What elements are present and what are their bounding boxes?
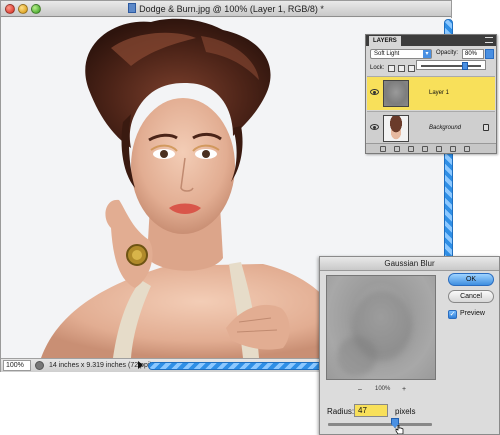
document-title-text: Dodge & Burn.jpg @ 100% (Layer 1, RGB/8)… bbox=[139, 4, 324, 14]
document-info: 14 inches x 9.319 inches (72 ppi) bbox=[49, 362, 152, 369]
lock-label: Lock: bbox=[370, 65, 385, 71]
dialog-title: Gaussian Blur bbox=[320, 257, 499, 271]
opacity-slider-thumb[interactable] bbox=[462, 62, 468, 70]
link-layers-icon[interactable] bbox=[380, 146, 386, 152]
layer-style-icon[interactable] bbox=[394, 146, 400, 152]
layer-row-layer-1[interactable]: Layer 1 bbox=[367, 76, 495, 110]
layer-name: Layer 1 bbox=[429, 90, 450, 96]
zoom-in-button[interactable]: + bbox=[402, 386, 406, 393]
layers-panel-footer bbox=[366, 143, 496, 153]
document-titlebar[interactable]: Dodge & Burn.jpg @ 100% (Layer 1, RGB/8)… bbox=[1, 1, 451, 17]
preview-zoom-level: 100% bbox=[375, 386, 391, 392]
preview-label: Preview bbox=[460, 310, 485, 317]
layer-thumbnail bbox=[383, 115, 409, 142]
radius-label: Radius: bbox=[327, 407, 355, 416]
opacity-slider-button[interactable] bbox=[485, 49, 494, 59]
visibility-eye-icon[interactable] bbox=[370, 124, 379, 130]
tab-layers[interactable]: LAYERS bbox=[369, 36, 401, 46]
opacity-slider-track[interactable] bbox=[421, 65, 481, 67]
document-file-icon bbox=[128, 3, 137, 13]
zoom-level-field[interactable]: 100% bbox=[3, 360, 31, 371]
radius-slider-track[interactable] bbox=[328, 423, 432, 426]
blend-mode-select[interactable]: Soft Light ▾ bbox=[370, 49, 432, 59]
gaussian-blur-dialog: Gaussian Blur OK Cancel ✓ Preview – 100%… bbox=[319, 256, 500, 435]
layer-row-background[interactable]: Background bbox=[367, 111, 495, 145]
layer-name: Background bbox=[429, 125, 462, 131]
visibility-eye-icon[interactable] bbox=[370, 89, 379, 95]
lock-pixels-icon[interactable] bbox=[398, 65, 405, 72]
lock-position-icon[interactable] bbox=[408, 65, 415, 72]
radius-unit-label: pixels bbox=[395, 407, 416, 416]
hand-cursor-icon bbox=[395, 425, 404, 434]
layer-mask-icon[interactable] bbox=[408, 146, 414, 152]
status-info-icon[interactable] bbox=[35, 361, 44, 370]
ok-button[interactable]: OK bbox=[448, 273, 494, 286]
new-layer-icon[interactable] bbox=[450, 146, 456, 152]
opacity-slider-popup bbox=[416, 60, 486, 70]
layers-panel: LAYERS Soft Light ▾ Opacity: 80% Lock: L… bbox=[365, 34, 497, 154]
delete-layer-icon[interactable] bbox=[464, 146, 470, 152]
new-group-icon[interactable] bbox=[436, 146, 442, 152]
layer-thumbnail bbox=[383, 80, 409, 107]
adjustment-layer-icon[interactable] bbox=[422, 146, 428, 152]
cancel-button[interactable]: Cancel bbox=[448, 290, 494, 303]
preview-checkbox[interactable]: ✓ bbox=[448, 310, 457, 319]
opacity-input[interactable]: 80% bbox=[462, 49, 484, 59]
preview-blurred-hand bbox=[337, 336, 377, 376]
blur-preview[interactable] bbox=[326, 275, 436, 380]
document-title: Dodge & Burn.jpg @ 100% (Layer 1, RGB/8)… bbox=[1, 3, 451, 14]
chevron-down-icon: ▾ bbox=[423, 50, 431, 58]
blend-mode-value: Soft Light bbox=[374, 51, 400, 57]
layers-panel-header: LAYERS bbox=[366, 35, 496, 46]
zoom-out-button[interactable]: – bbox=[358, 386, 362, 393]
opacity-label: Opacity: bbox=[436, 50, 459, 56]
status-menu-arrow-icon[interactable] bbox=[138, 361, 143, 369]
lock-icon bbox=[483, 124, 489, 131]
lock-transparency-icon[interactable] bbox=[388, 65, 395, 72]
panel-menu-icon[interactable] bbox=[485, 37, 493, 43]
radius-input[interactable]: 47 bbox=[354, 404, 388, 417]
